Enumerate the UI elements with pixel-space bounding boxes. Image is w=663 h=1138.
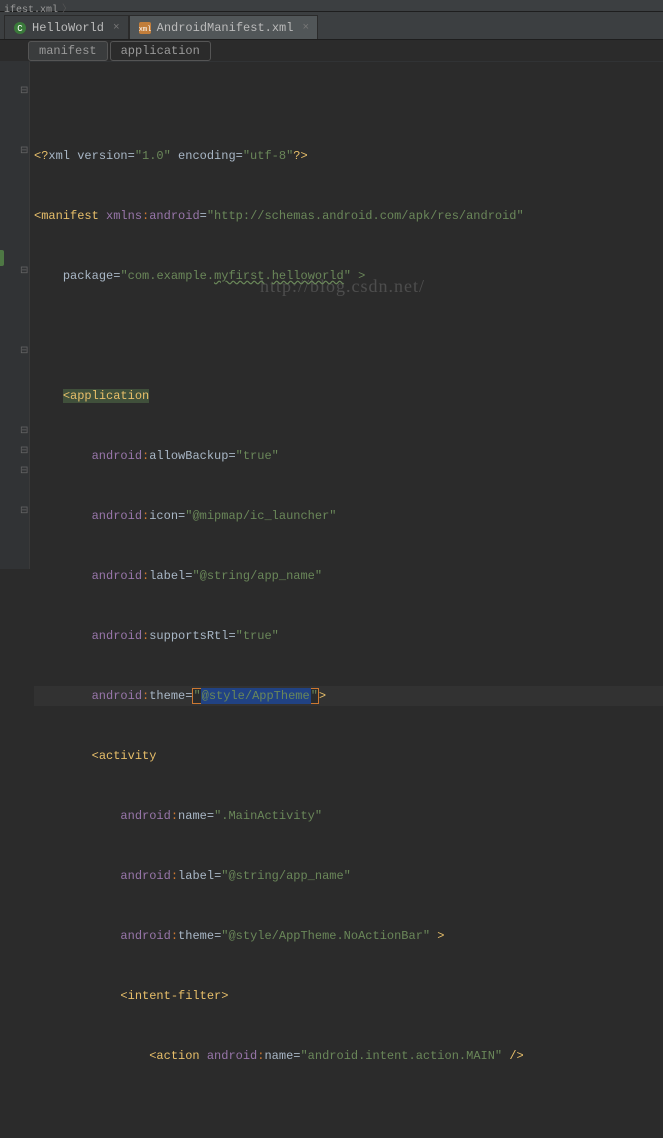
xml-file-icon: xml	[138, 21, 152, 35]
code-area[interactable]: http://blog.csdn.net/ <?xml version="1.0…	[30, 62, 663, 569]
tab-helloworld[interactable]: C HelloWorld ×	[4, 15, 129, 39]
gutter: ⊟ ⊟ ⊟ ⊟ ⊟ ⊟ ⊟ ⊟	[0, 62, 30, 569]
tab-label: AndroidManifest.xml	[157, 21, 294, 35]
fold-icon[interactable]: ⊟	[20, 342, 28, 362]
crumb-manifest[interactable]: manifest	[28, 41, 108, 61]
breadcrumb-bar: ifest.xml	[0, 0, 663, 12]
tab-label: HelloWorld	[32, 21, 104, 35]
fold-icon[interactable]: ⊟	[20, 142, 28, 162]
class-icon: C	[13, 21, 27, 35]
svg-text:xml: xml	[138, 26, 151, 34]
android-stripe-icon	[0, 250, 4, 266]
fold-end-icon[interactable]: ⊟	[20, 502, 28, 522]
close-icon[interactable]: ×	[302, 22, 309, 34]
crumb-application[interactable]: application	[110, 41, 211, 61]
tab-manifest[interactable]: xml AndroidManifest.xml ×	[129, 15, 318, 39]
code-editor[interactable]: ⊟ ⊟ ⊟ ⊟ ⊟ ⊟ ⊟ ⊟ http://blog.csdn.net/ <?…	[0, 62, 663, 569]
svg-text:C: C	[17, 24, 23, 34]
fold-icon[interactable]: ⊟	[20, 82, 28, 102]
fold-end-icon[interactable]: ⊟	[20, 442, 28, 462]
close-icon[interactable]: ×	[113, 22, 120, 34]
fold-end-icon[interactable]: ⊟	[20, 462, 28, 482]
fold-end-icon[interactable]: ⊟	[20, 422, 28, 442]
editor-tab-bar: C HelloWorld × xml AndroidManifest.xml ×	[0, 12, 663, 40]
structure-breadcrumb: manifest application	[0, 40, 663, 62]
breadcrumb-item[interactable]: ifest.xml	[4, 0, 78, 16]
fold-icon[interactable]: ⊟	[20, 262, 28, 282]
